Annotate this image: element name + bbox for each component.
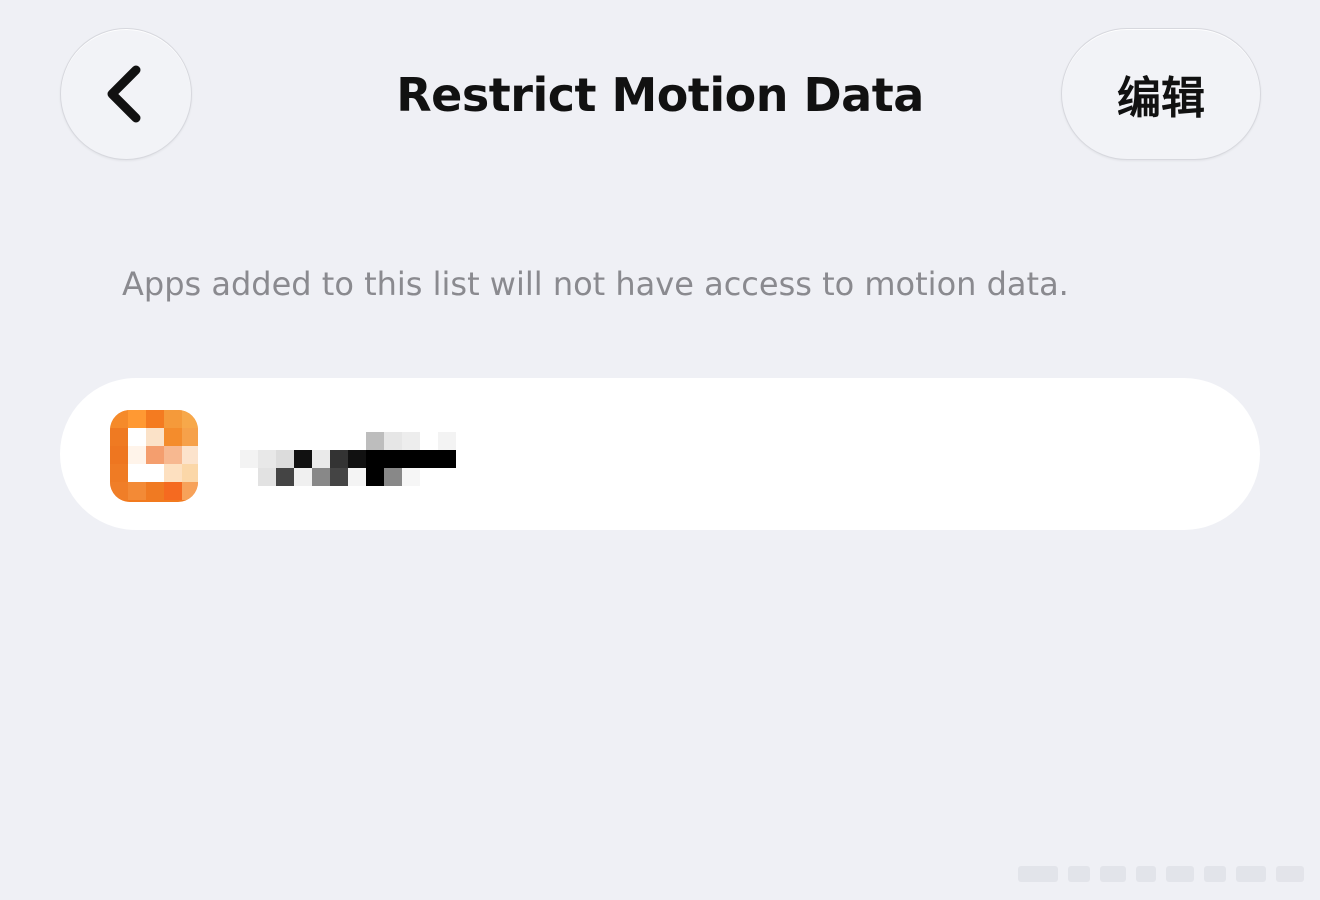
chevron-left-icon — [107, 65, 141, 123]
redacted-app-name — [234, 430, 456, 486]
edit-button[interactable]: 编辑 — [1061, 28, 1261, 160]
list-description: Apps added to this list will not have ac… — [122, 265, 1069, 303]
list-item[interactable] — [60, 378, 1260, 530]
orange-app-icon — [110, 410, 198, 502]
back-button[interactable] — [60, 28, 192, 160]
restrict-motion-data-screen: Restrict Motion Data 编辑 Apps added to th… — [0, 0, 1320, 900]
page-title: Restrict Motion Data — [396, 68, 924, 122]
restricted-app-list — [60, 378, 1260, 530]
navigation-header: Restrict Motion Data 编辑 — [0, 0, 1320, 190]
watermark — [1018, 860, 1308, 886]
